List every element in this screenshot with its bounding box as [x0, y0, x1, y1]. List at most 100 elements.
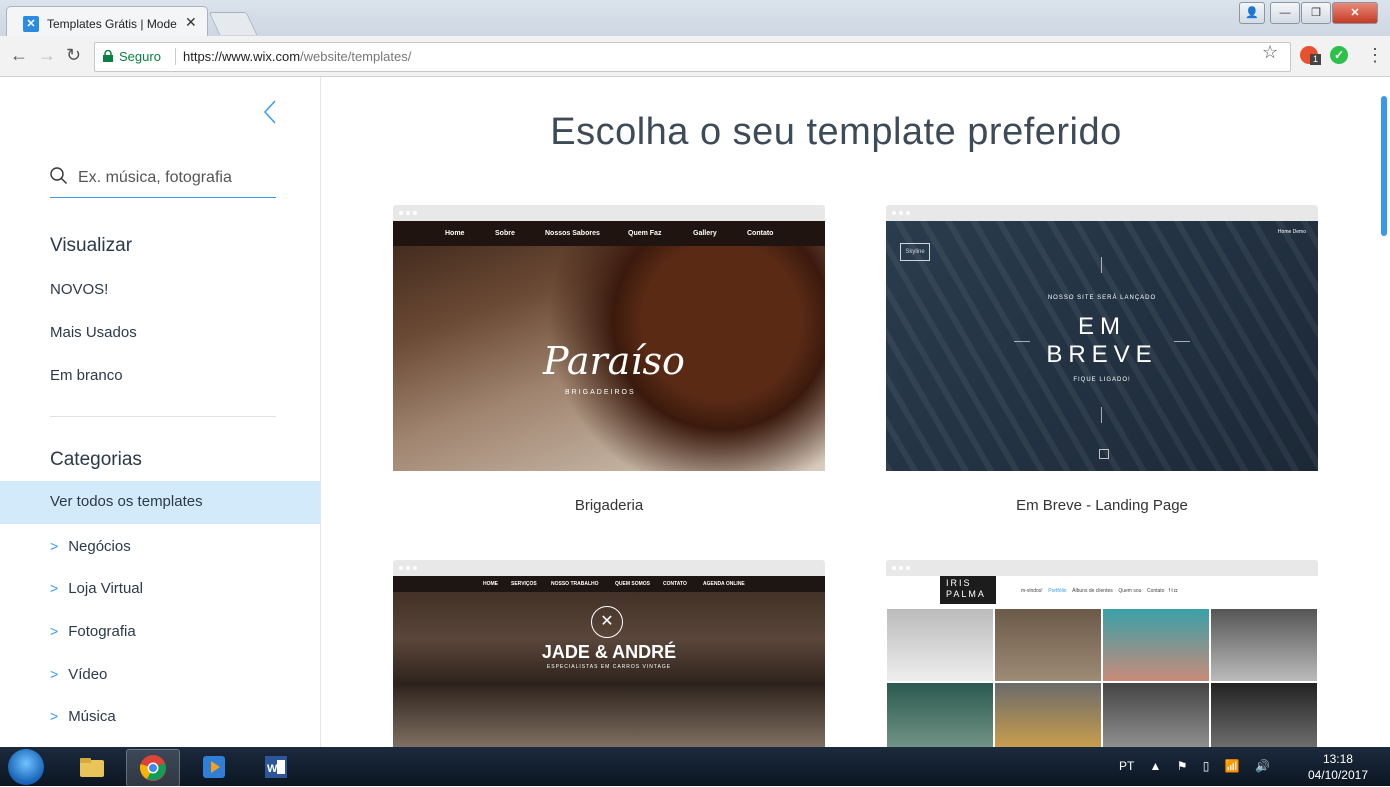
clock-date: 04/10/2017 — [1307, 768, 1368, 782]
category-video[interactable]: > Vídeo — [50, 666, 107, 683]
volume-icon[interactable]: 🔊 — [1255, 759, 1270, 773]
thumb-subtitle: ESPECIALISTAS EM CARROS VINTAGE — [546, 664, 672, 670]
filter-novos[interactable]: NOVOS! — [50, 281, 108, 298]
category-label: Vídeo — [68, 666, 108, 683]
word-icon: W — [265, 756, 287, 778]
photo-tile — [994, 682, 1102, 747]
template-name[interactable]: Brigaderia — [393, 497, 825, 514]
card-window-bar — [886, 205, 1318, 221]
photo-grid — [886, 608, 1318, 747]
visualizar-heading: Visualizar — [50, 235, 133, 256]
taskbar-media-player[interactable] — [188, 749, 240, 785]
extension-opera-icon[interactable]: 1 — [1300, 46, 1321, 65]
chevron-right-icon: > — [50, 623, 59, 639]
system-tray: PT ▲ ⚑ ▯ 📶 🔊 — [1107, 759, 1270, 773]
extension-badge: 1 — [1310, 54, 1321, 65]
filter-em-branco[interactable]: Em branco — [50, 367, 123, 384]
category-musica[interactable]: > Música — [50, 708, 116, 725]
taskbar-clock[interactable]: 13:18 04/10/2017 — [1308, 751, 1368, 783]
page-title: Escolha o seu template preferido — [550, 111, 1122, 153]
photo-tile — [994, 608, 1102, 682]
back-arrow-icon[interactable]: ← — [10, 45, 28, 66]
taskbar-explorer[interactable] — [66, 749, 118, 785]
svg-text:W: W — [267, 763, 278, 775]
template-thumbnail[interactable]: IRIS PALMA m-vindos! Portfólio Álbuns de … — [886, 576, 1318, 747]
categorias-heading: Categorias — [50, 449, 142, 470]
search-icon — [50, 167, 67, 184]
taskbar-chrome[interactable] — [126, 749, 180, 787]
extension-check-icon[interactable]: ✓ — [1330, 46, 1348, 64]
photo-tile — [1102, 608, 1210, 682]
browser-tab[interactable]: ✕ Templates Grátis | Model ✕ — [6, 6, 208, 37]
photo-tile — [1210, 682, 1318, 747]
thumb-nav-item-active: Portfólio — [1048, 588, 1067, 594]
thumb-nav-item: Contato — [1146, 588, 1165, 594]
page-scrollbar-thumb[interactable] — [1381, 96, 1387, 236]
photo-tile — [1210, 608, 1318, 682]
collapse-sidebar-icon[interactable] — [262, 99, 278, 125]
sidebar-divider — [50, 416, 276, 417]
start-button[interactable] — [8, 749, 44, 785]
language-indicator[interactable]: PT — [1119, 759, 1134, 773]
reload-icon[interactable]: ↻ — [66, 45, 81, 66]
template-name[interactable]: Em Breve - Landing Page — [886, 497, 1318, 514]
chevron-right-icon: > — [50, 580, 59, 596]
thumb-logo-line: PALMA — [946, 589, 986, 599]
photo-tile — [886, 682, 994, 747]
category-fotografia[interactable]: > Fotografia — [50, 623, 136, 640]
card-window-bar — [393, 205, 825, 221]
browser-titlebar: ✕ Templates Grátis | Model ✕ 👤 — ❐ ✕ — [0, 0, 1390, 37]
taskbar-word[interactable]: W — [250, 749, 302, 785]
thumb-ray — [1174, 341, 1190, 342]
thumb-nav-item: Gallery — [693, 230, 717, 237]
thumb-small-text: NOSSO SITE SERÁ LANÇADO — [1047, 295, 1157, 301]
thumb-nav-item: CONTATO — [663, 581, 687, 587]
battery-icon[interactable]: ▯ — [1203, 759, 1210, 773]
wrench-emblem-icon: ✕ — [591, 606, 623, 638]
user-profile-icon[interactable]: 👤 — [1239, 2, 1265, 24]
close-window-button[interactable]: ✕ — [1332, 2, 1378, 24]
sidebar-item-all-templates[interactable]: Ver todos os templates — [0, 481, 320, 524]
thumb-logo-line: IRIS — [946, 578, 972, 588]
search-box — [50, 161, 278, 198]
template-thumbnail[interactable]: Skyline Home Demo NOSSO SITE SERÁ LANÇAD… — [886, 221, 1318, 471]
media-player-icon — [203, 756, 225, 778]
category-negocios[interactable]: > Negócios — [50, 538, 131, 555]
show-hidden-icons[interactable]: ▲ — [1149, 759, 1161, 773]
thumb-subtitle: BRIGADEIROS — [565, 389, 636, 396]
thumb-nav-item: m-vindos! — [1021, 588, 1043, 594]
template-card-jade-andre[interactable]: HOME SERVIÇOS NOSSO TRABALHO QUEM SOMOS … — [393, 560, 825, 747]
category-loja-virtual[interactable]: > Loja Virtual — [50, 580, 143, 597]
template-card-em-breve[interactable]: Skyline Home Demo NOSSO SITE SERÁ LANÇAD… — [886, 205, 1318, 514]
browser-menu-icon[interactable]: ⋮ — [1366, 45, 1384, 66]
thumb-nav: m-vindos! Portfólio Álbuns de clientes Q… — [1021, 588, 1177, 594]
forward-arrow-icon[interactable]: → — [38, 45, 56, 66]
bookmark-star-icon[interactable]: ☆ — [1262, 42, 1278, 63]
thumb-nav-item: HOME — [483, 581, 498, 587]
chrome-icon — [140, 755, 166, 781]
tab-title: Templates Grátis | Model — [47, 17, 177, 31]
thumb-logo: Paraíso — [543, 339, 685, 383]
photo-tile — [1102, 682, 1210, 747]
twitter-icon: t — [1171, 588, 1173, 594]
filter-mais-usados[interactable]: Mais Usados — [50, 324, 137, 341]
template-thumbnail[interactable]: Home Sobre Nossos Sabores Quem Faz Galle… — [393, 221, 825, 471]
template-card-brigaderia[interactable]: Home Sobre Nossos Sabores Quem Faz Galle… — [393, 205, 825, 514]
instagram-icon: ◘ — [1174, 588, 1178, 594]
network-icon[interactable]: 📶 — [1225, 759, 1240, 773]
thumb-nav-item: Quem Faz — [628, 230, 662, 237]
photo-tile — [886, 608, 994, 682]
minimize-button[interactable]: — — [1270, 2, 1300, 24]
url-text[interactable]: https://www.wix.com/website/templates/ — [183, 49, 411, 64]
scroll-down-icon — [1099, 449, 1109, 459]
tab-close-icon[interactable]: ✕ — [185, 14, 197, 31]
maximize-button[interactable]: ❐ — [1301, 2, 1331, 24]
new-tab-button[interactable] — [208, 12, 258, 35]
template-thumbnail[interactable]: HOME SERVIÇOS NOSSO TRABALHO QUEM SOMOS … — [393, 576, 825, 747]
url-bar[interactable]: Seguro https://www.wix.com/website/templ… — [94, 42, 1291, 72]
flag-icon[interactable]: ⚑ — [1177, 759, 1188, 773]
search-input[interactable] — [76, 163, 278, 193]
template-card-iris-palma[interactable]: IRIS PALMA m-vindos! Portfólio Álbuns de … — [886, 560, 1318, 747]
folder-icon — [80, 758, 104, 777]
thumb-ray — [1101, 257, 1102, 273]
